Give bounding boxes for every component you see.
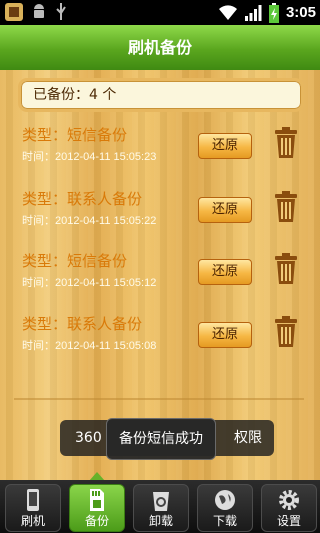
tab-uninstall[interactable]: 卸载 [133,484,189,532]
bottom-tab-bar: 刷机 备份 卸载 下载 设置 [0,480,320,533]
battery-charging-icon [268,2,279,23]
backup-count-box: 已备份：4 个 [18,78,304,112]
divider [14,398,304,400]
globe-download-icon [215,490,235,510]
list-item: 类型：联系人备份 时间：2012-04-11 15:05:08 还原 [22,313,312,361]
backup-count-label: 已备份：4 个 [33,87,117,103]
toast-message: 备份短信成功 [106,418,216,460]
app-notification-icon [5,3,23,21]
trash-icon[interactable] [274,191,298,223]
trash-icon[interactable] [274,316,298,348]
backup-type: 类型：短信备份 [22,252,128,270]
recycle-bin-icon [153,492,169,511]
tab-flash[interactable]: 刷机 [5,484,61,532]
toast-underlay-left: 360 [75,430,102,446]
list-item: 类型：联系人备份 时间：2012-04-11 15:05:22 还原 [22,188,312,236]
list-item: 类型：短信备份 时间：2012-04-11 15:05:23 还原 [22,124,312,172]
tab-label: 设置 [276,514,301,528]
sd-card-icon [90,489,104,511]
restore-button[interactable]: 还原 [198,133,252,159]
backup-type: 类型：联系人备份 [22,190,143,208]
status-bar: 3:05 [0,0,320,25]
list-item: 类型：短信备份 时间：2012-04-11 15:05:12 还原 [22,250,312,298]
tab-label: 下载 [212,514,237,528]
title-bar: 刷机备份 [0,25,320,71]
android-debug-icon [34,4,44,18]
clock: 3:05 [285,4,316,21]
page-title: 刷机备份 [127,38,192,57]
phone-icon [27,489,39,511]
wifi-icon [218,4,237,20]
backup-time: 时间：2012-04-11 15:05:08 [22,340,157,352]
backup-time: 时间：2012-04-11 15:05:12 [22,277,157,289]
tab-label: 卸载 [148,514,173,528]
trash-icon[interactable] [274,127,298,159]
gear-icon [279,490,299,510]
trash-icon[interactable] [274,253,298,285]
tab-backup[interactable]: 备份 [69,484,125,532]
usb-icon [56,3,66,20]
restore-button[interactable]: 还原 [198,322,252,348]
toast-underlay-right: 权限 [234,430,262,446]
restore-button[interactable]: 还原 [198,259,252,285]
backup-time: 时间：2012-04-11 15:05:22 [22,215,157,227]
restore-button[interactable]: 还原 [198,197,252,223]
backup-type: 类型：短信备份 [22,126,128,144]
backup-time: 时间：2012-04-11 15:05:23 [22,151,157,163]
signal-icon [244,4,262,21]
backup-type: 类型：联系人备份 [22,315,143,333]
tab-label: 备份 [84,514,109,528]
tab-download[interactable]: 下载 [197,484,253,532]
tab-settings[interactable]: 设置 [261,484,317,532]
tab-label: 刷机 [20,514,45,528]
